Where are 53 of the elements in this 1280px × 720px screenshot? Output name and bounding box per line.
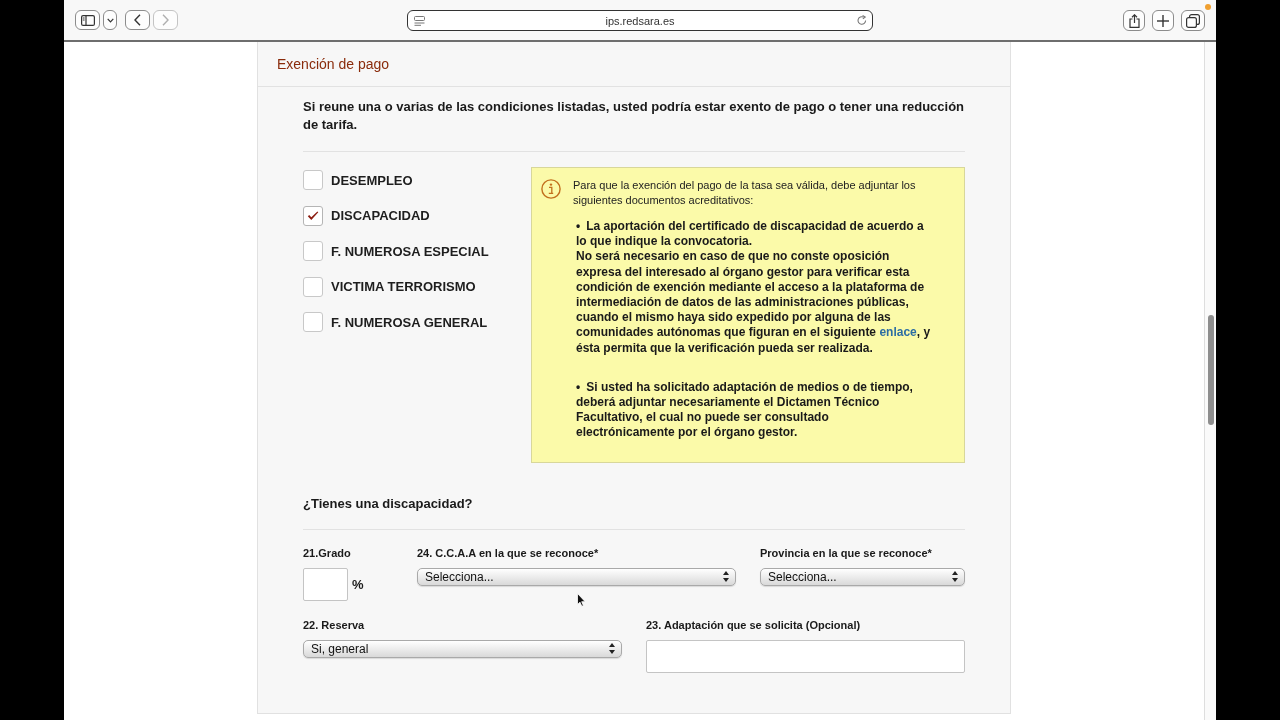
mouse-pointer-icon bbox=[577, 593, 586, 607]
field-label: Provincia en la que se reconoce* bbox=[760, 545, 932, 560]
section-title: Exención de pago bbox=[277, 56, 390, 72]
checkbox[interactable] bbox=[303, 170, 323, 190]
field-label: 23. Adaptación que se solicita (Opcional) bbox=[646, 617, 861, 632]
checkbox[interactable] bbox=[303, 276, 323, 297]
dropdown-button[interactable] bbox=[103, 10, 117, 30]
field-label: 21.Grado bbox=[303, 545, 351, 560]
dropdown[interactable]: Selecciona... bbox=[760, 567, 965, 586]
plus-icon bbox=[1157, 14, 1169, 27]
notification-dot-icon bbox=[1205, 4, 1211, 10]
share-icon bbox=[1128, 13, 1140, 28]
info-icon bbox=[541, 179, 561, 199]
reload-icon bbox=[857, 15, 867, 26]
field-label: 24. C.C.A.A en la que se reconoce* bbox=[417, 545, 599, 560]
intro-text: Si reune una o varias de las condiciones listadas, usted podría estar exento de pago o tener una reducción de tarifa. bbox=[303, 98, 965, 134]
question-heading: ¿Tienes una discapacidad? bbox=[303, 494, 474, 513]
checkbox[interactable] bbox=[303, 312, 323, 332]
bullet-paragraph: • La aportación del certificado de discapacidad de acuerdo a lo que indique la convocatoria. No será necesario en caso de que no conste oposición expresa del interesado al órgano gestor para verificar esta condición de exención mediante el acceso a la plataforma de intermediación de datos de las administraciones públicas, cuando el mismo haya sido expedido por alguna de las comunidades autónomas que figuran en el siguiente enlace, y ésta permita que la verificación pueda ser realizada. bbox=[576, 219, 932, 356]
text-input[interactable] bbox=[646, 639, 965, 673]
tabs-icon bbox=[1186, 13, 1200, 28]
checkbox-label[interactable]: DISCAPACIDAD bbox=[331, 208, 430, 223]
checkbox[interactable] bbox=[303, 205, 323, 226]
address-bar[interactable]: ips.redsara.es bbox=[407, 10, 873, 31]
text-input[interactable] bbox=[303, 567, 348, 601]
field-label: 22. Reserva bbox=[303, 617, 365, 632]
sidebar-icon bbox=[80, 14, 95, 26]
checkbox-label[interactable]: F. NUMEROSA ESPECIAL bbox=[331, 243, 489, 259]
new-tab-button[interactable] bbox=[1152, 10, 1174, 31]
checkbox-label[interactable]: VICTIMA TERRORISMO bbox=[331, 279, 476, 294]
unit-label: % bbox=[352, 576, 364, 592]
dropdown[interactable]: Si, general bbox=[303, 639, 622, 658]
updown-arrows-icon bbox=[609, 643, 615, 655]
updown-arrows-icon bbox=[952, 571, 958, 583]
updown-arrows-icon bbox=[723, 571, 729, 583]
checkbox-label[interactable]: F. NUMEROSA GENERAL bbox=[331, 314, 488, 330]
chevron-right-icon bbox=[162, 14, 169, 26]
page-icon bbox=[414, 16, 425, 26]
checkbox-label[interactable]: DESEMPLEO bbox=[331, 172, 413, 188]
checkbox[interactable] bbox=[303, 241, 323, 261]
checkmark-icon bbox=[307, 210, 319, 221]
chevron-down-icon bbox=[106, 17, 114, 23]
sidebar-button[interactable] bbox=[75, 10, 100, 30]
scrollbar-thumb[interactable] bbox=[1208, 315, 1214, 425]
chevron-left-icon bbox=[134, 14, 141, 26]
share-button[interactable] bbox=[1123, 10, 1145, 31]
link[interactable]: enlace bbox=[879, 325, 917, 340]
notice-text: Para que la exención del pago de la tasa sea válida, debe adjuntar los siguientes documentos acreditativos: bbox=[573, 178, 917, 208]
dropdown[interactable]: Selecciona... bbox=[417, 567, 736, 586]
tabs-button[interactable] bbox=[1181, 10, 1205, 31]
back-button[interactable] bbox=[125, 10, 150, 30]
bullet-paragraph: • Si usted ha solicitado adaptación de medios o de tiempo, deberá adjuntar necesariamente el Dictamen Técnico Facultativo, el cual no puede ser consultado electrónicamente por el órgano gestor. bbox=[576, 379, 914, 441]
scrollbar[interactable] bbox=[1204, 42, 1216, 720]
